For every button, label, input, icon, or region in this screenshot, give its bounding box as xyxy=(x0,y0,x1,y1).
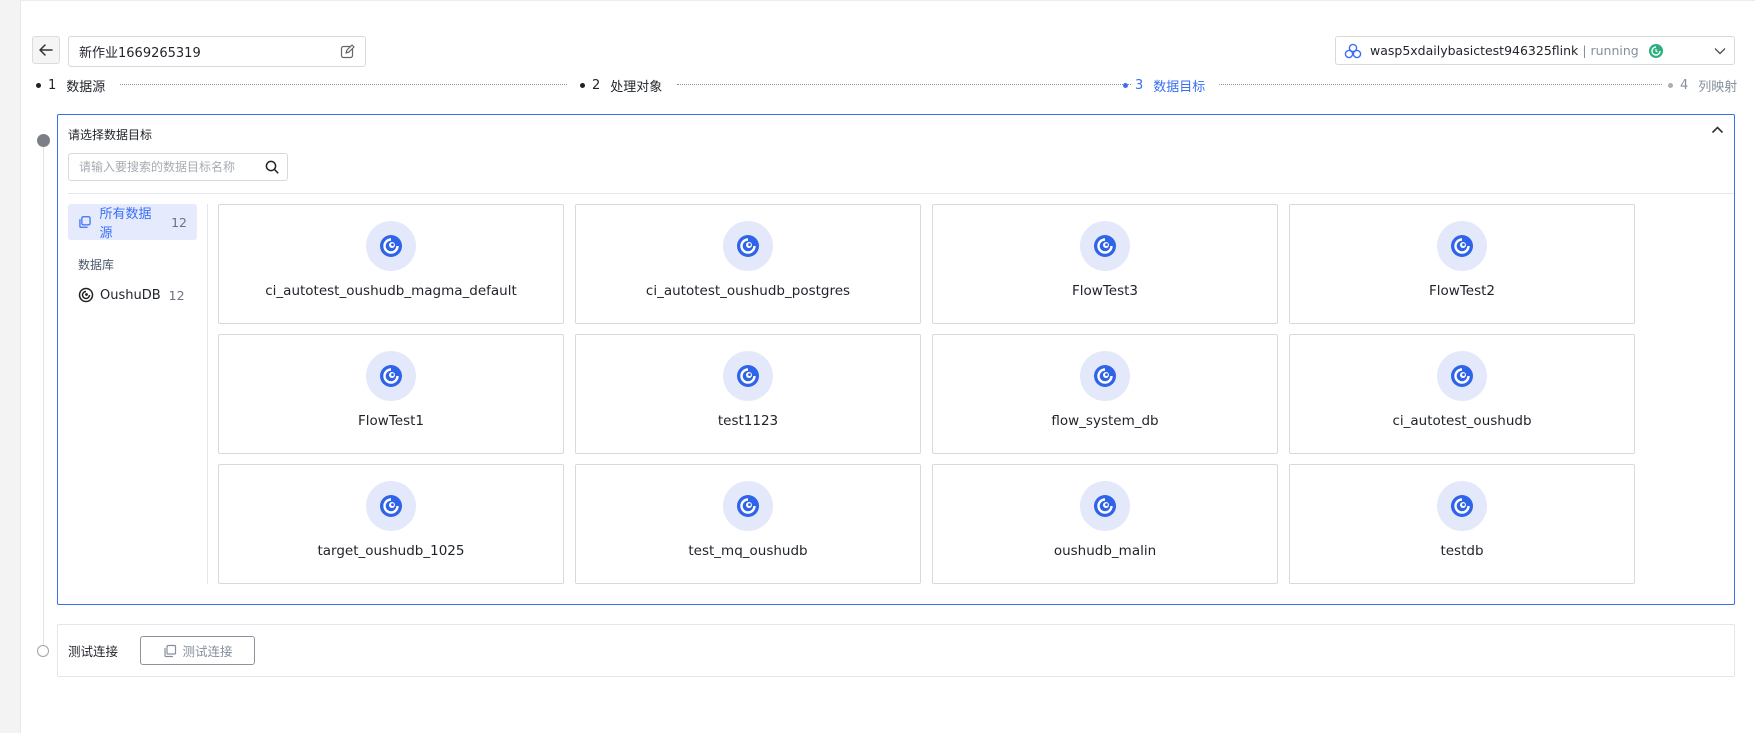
card-label: oushudb_malin xyxy=(1053,543,1157,559)
datasource-card[interactable]: test1123 xyxy=(575,334,921,454)
card-label: ci_autotest_oushudb_magma_default xyxy=(265,283,517,299)
panel-divider xyxy=(68,193,1734,194)
datasource-card[interactable]: testdb xyxy=(1289,464,1635,584)
step-dot xyxy=(1123,83,1128,88)
step-number: 2 xyxy=(592,78,601,93)
step-2[interactable]: 2 处理对象 xyxy=(580,76,662,95)
step-number: 1 xyxy=(48,78,57,93)
sidebar-item-label: OushuDB xyxy=(100,287,161,303)
back-button[interactable] xyxy=(32,36,60,64)
target-select-panel: 请选择数据目标 所有数据源 12 数据库 OushuDB 12 ci_autot… xyxy=(57,114,1735,605)
sidebar-item-oushudb[interactable]: OushuDB 12 xyxy=(68,287,198,303)
left-gutter xyxy=(0,0,20,733)
step-connector xyxy=(677,84,1131,85)
datasource-card[interactable]: ci_autotest_oushudb xyxy=(1289,334,1635,454)
step-label: 数据源 xyxy=(66,80,106,95)
step-number: 4 xyxy=(1680,78,1689,93)
chevron-up-icon[interactable] xyxy=(1711,125,1724,134)
card-label: target_oushudb_1025 xyxy=(317,543,465,559)
step-label: 数据目标 xyxy=(1153,80,1206,95)
copy-icon xyxy=(79,216,91,228)
datasource-card[interactable]: FlowTest1 xyxy=(218,334,564,454)
engine-name: wasp5xdailybasictest946325flink xyxy=(1370,43,1579,58)
card-label: ci_autotest_oushudb xyxy=(1392,413,1532,429)
sidebar-item-all[interactable]: 所有数据源 12 xyxy=(68,204,197,241)
card-label: flow_system_db xyxy=(1051,413,1159,429)
test-connection-button[interactable]: 测试连接 xyxy=(140,636,256,665)
step-dot xyxy=(1668,83,1673,88)
step-connector xyxy=(1219,84,1662,85)
search-icon[interactable] xyxy=(265,160,279,174)
datasource-card[interactable]: FlowTest2 xyxy=(1289,204,1635,324)
search-input[interactable] xyxy=(79,160,249,174)
datasource-card[interactable]: ci_autotest_oushudb_magma_default xyxy=(218,204,564,324)
card-label: test_mq_oushudb xyxy=(688,543,808,559)
card-label: test1123 xyxy=(717,413,779,429)
oushudb-logo-icon xyxy=(1437,351,1487,401)
oushudb-logo-icon xyxy=(1437,481,1487,531)
oushudb-logo-icon xyxy=(723,221,773,271)
arrow-left-icon xyxy=(39,44,53,56)
card-label: testdb xyxy=(1440,543,1484,559)
card-label: ci_autotest_oushudb_postgres xyxy=(645,283,851,299)
job-name-text: 新作业1669265319 xyxy=(79,46,201,61)
oushudb-logo-icon xyxy=(1437,221,1487,271)
chevron-down-icon xyxy=(1714,47,1726,54)
engine-status: | running xyxy=(1582,43,1639,58)
search-box[interactable] xyxy=(68,153,288,181)
datasource-sidebar: 所有数据源 12 数据库 OushuDB 12 xyxy=(68,204,198,584)
steps-bar: 1 数据源 2 处理对象 3 数据目标 4 列映射 xyxy=(36,76,1737,95)
oushudb-logo-icon xyxy=(366,351,416,401)
job-name-field[interactable]: 新作业1669265319 xyxy=(68,36,366,67)
panel-title: 请选择数据目标 xyxy=(68,128,153,142)
sidebar-divider xyxy=(207,204,208,584)
datasource-card[interactable]: flow_system_db xyxy=(932,334,1278,454)
sidebar-item-label: 所有数据源 xyxy=(99,207,152,241)
oushudb-logo-icon xyxy=(366,221,416,271)
oushudb-logo-icon xyxy=(366,481,416,531)
sidebar-group-label: 数据库 xyxy=(78,258,115,272)
sidebar-item-count: 12 xyxy=(171,214,187,230)
step-label: 处理对象 xyxy=(610,80,663,95)
datasource-grid: ci_autotest_oushudb_magma_default ci_aut… xyxy=(218,204,1635,584)
step-4[interactable]: 4 列映射 xyxy=(1668,76,1737,95)
card-label: FlowTest1 xyxy=(358,413,424,429)
card-label: FlowTest2 xyxy=(1429,283,1495,299)
step-1[interactable]: 1 数据源 xyxy=(36,76,105,95)
timeline-line xyxy=(43,139,44,649)
test-connection-section: 测试连接 测试连接 xyxy=(57,624,1735,677)
timeline-dot-pending xyxy=(37,645,49,657)
oushudb-icon xyxy=(78,287,94,303)
step-number: 3 xyxy=(1135,78,1144,93)
step-3[interactable]: 3 数据目标 xyxy=(1123,76,1205,95)
running-status-icon xyxy=(1648,43,1663,58)
oushudb-logo-icon xyxy=(1080,221,1130,271)
datasource-card[interactable]: FlowTest3 xyxy=(932,204,1278,324)
card-label: FlowTest3 xyxy=(1072,283,1138,299)
step-dot xyxy=(580,83,585,88)
oushudb-logo-icon xyxy=(723,481,773,531)
oushudb-logo-icon xyxy=(1080,481,1130,531)
cluster-icon xyxy=(1344,43,1362,58)
oushudb-logo-icon xyxy=(723,351,773,401)
datasource-card[interactable]: ci_autotest_oushudb_postgres xyxy=(575,204,921,324)
copy-icon xyxy=(163,644,176,657)
edit-icon[interactable] xyxy=(340,44,355,59)
test-connection-label: 测试连接 xyxy=(68,644,119,659)
step-label: 列映射 xyxy=(1698,80,1738,95)
sidebar-item-count: 12 xyxy=(168,287,185,303)
step-dot xyxy=(36,83,41,88)
datasource-card[interactable]: target_oushudb_1025 xyxy=(218,464,564,584)
step-connector xyxy=(120,84,567,85)
timeline-dot-active xyxy=(37,134,50,147)
test-connection-button-label: 测试连接 xyxy=(182,644,233,659)
datasource-card[interactable]: oushudb_malin xyxy=(932,464,1278,584)
oushudb-logo-icon xyxy=(1080,351,1130,401)
datasource-card[interactable]: test_mq_oushudb xyxy=(575,464,921,584)
engine-select[interactable]: wasp5xdailybasictest946325flink | runnin… xyxy=(1335,36,1735,65)
